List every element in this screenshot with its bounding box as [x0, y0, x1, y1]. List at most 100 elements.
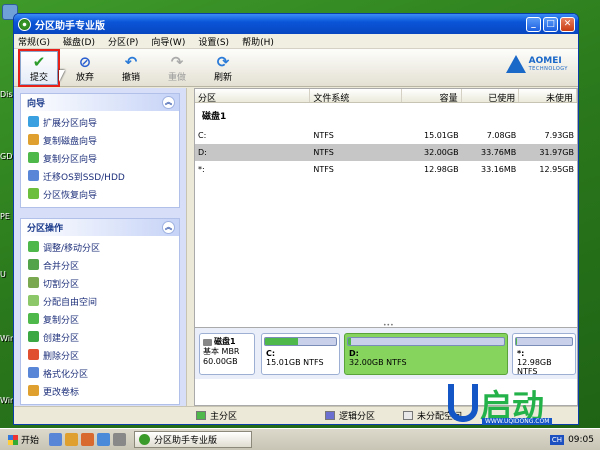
cell: NTFS: [313, 165, 334, 174]
task-label: 分区助手专业版: [154, 436, 218, 446]
copy-disk-icon: [28, 134, 39, 145]
menu-bar: 常规(G) 磁盘(D) 分区(P) 向导(W) 设置(S) 帮助(H): [14, 34, 578, 49]
cell: 32.00GB: [423, 148, 459, 157]
table-header: 分区 文件系统 容量 已使用 未使用: [195, 89, 577, 104]
col-capacity[interactable]: 容量: [402, 89, 462, 104]
usage-fill: [265, 338, 299, 345]
swatch: [196, 410, 206, 420]
left-pane: 向导 ︽ 扩展分区向导 复制磁盘向导 复制分区向导 迁移OS到SSD/HDD 分…: [14, 88, 186, 406]
toolbar: ✔ 提交 ⊘ 放弃 ↶ 撤销 ↷ 重做 ⟳ 刷新 AOMEI TECHNOLOG…: [14, 49, 578, 87]
cell: C:: [198, 131, 207, 140]
copy-icon: [28, 313, 39, 324]
operations-panel-header[interactable]: 分区操作 ︽: [21, 219, 179, 236]
menu-settings[interactable]: 设置(S): [198, 35, 229, 48]
wizard-item-extend[interactable]: 扩展分区向导: [21, 113, 179, 131]
ime-indicator[interactable]: CH: [549, 434, 565, 445]
minimize-button[interactable]: _: [526, 16, 541, 32]
wizard-panel-header[interactable]: 向导 ︽: [21, 94, 179, 111]
quicklaunch-icon[interactable]: [49, 433, 63, 446]
menu-wizard[interactable]: 向导(W): [151, 35, 185, 48]
start-button[interactable]: 开始: [2, 431, 45, 449]
maximize-button[interactable]: □: [543, 16, 558, 32]
wizard-item-copy-partition[interactable]: 复制分区向导: [21, 149, 179, 167]
taskbar-app-button[interactable]: 分区助手专业版: [134, 431, 253, 448]
cell: 7.08GB: [486, 131, 517, 140]
undo-button[interactable]: ↶ 撤销: [112, 51, 150, 85]
partition-block[interactable]: C: 15.01GB NTFS: [261, 333, 340, 375]
quicklaunch-icon[interactable]: [81, 433, 95, 446]
item-label: 复制磁盘向导: [43, 136, 98, 147]
clock[interactable]: 09:05: [568, 435, 594, 445]
op-label[interactable]: 更改卷标: [21, 382, 179, 400]
col-partition[interactable]: 分区: [195, 89, 311, 104]
redo-button[interactable]: ↷ 重做: [158, 51, 196, 85]
table-row[interactable]: C: NTFS 15.01GB 7.08GB 7.93GB: [195, 127, 577, 144]
discard-icon: ⊘: [78, 52, 92, 71]
op-create[interactable]: 创建分区: [21, 328, 179, 346]
disk-type: 基本 MBR: [203, 347, 240, 356]
partition-desc: 12.98GB NTFS: [517, 358, 552, 376]
item-label: 调整/移动分区: [43, 243, 101, 254]
op-format[interactable]: 格式化分区: [21, 364, 179, 382]
split-icon: [28, 277, 39, 288]
disk-card[interactable]: 磁盘1 基本 MBR 60.00GB: [199, 333, 255, 375]
format-icon: [28, 367, 39, 378]
extend-icon: [28, 116, 39, 127]
refresh-button[interactable]: ⟳ 刷新: [204, 51, 242, 85]
quicklaunch-icon[interactable]: [65, 433, 79, 446]
menu-general[interactable]: 常规(G): [18, 35, 50, 48]
op-allocate[interactable]: 分配自由空间: [21, 292, 179, 310]
item-label: 合并分区: [43, 261, 80, 272]
table-row[interactable]: *: NTFS 12.98GB 33.16MB 12.95GB: [195, 161, 577, 178]
item-label: 格式化分区: [43, 369, 89, 380]
item-label: 切割分区: [43, 279, 80, 290]
item-label: 更改卷标: [43, 387, 80, 398]
disk-row[interactable]: 磁盘1: [195, 103, 577, 127]
menu-help[interactable]: 帮助(H): [242, 35, 274, 48]
col-used[interactable]: 已使用: [462, 89, 520, 104]
desktop-label: U: [0, 270, 6, 279]
swatch: [403, 410, 414, 420]
op-merge[interactable]: 合并分区: [21, 256, 179, 274]
col-filesystem[interactable]: 文件系统: [310, 89, 402, 104]
partition-block-selected[interactable]: D: 32.00GB NTFS: [344, 333, 508, 375]
close-button[interactable]: ✕: [560, 16, 575, 32]
op-copy[interactable]: 复制分区: [21, 310, 179, 328]
col-free[interactable]: 未使用: [519, 89, 577, 104]
menu-partition[interactable]: 分区(P): [108, 35, 138, 48]
cell: *:: [198, 165, 205, 174]
apply-button[interactable]: ✔ 提交: [18, 49, 60, 87]
op-split[interactable]: 切割分区: [21, 274, 179, 292]
table-row-selected[interactable]: D: NTFS 32.00GB 33.76MB 31.97GB: [195, 144, 577, 161]
wizard-item-migrate-os[interactable]: 迁移OS到SSD/HDD: [21, 167, 179, 185]
op-delete[interactable]: 删除分区: [21, 346, 179, 364]
cell: 31.97GB: [539, 148, 574, 157]
collapse-icon[interactable]: ︽: [162, 96, 175, 109]
menu-disk[interactable]: 磁盘(D): [63, 35, 95, 48]
usage-bar: [347, 337, 505, 346]
logo-icon: [505, 55, 526, 73]
partition-desc: 32.00GB NTFS: [349, 358, 407, 367]
op-resize[interactable]: 调整/移动分区: [21, 238, 179, 256]
cell: NTFS: [313, 148, 334, 157]
wizard-item-recovery[interactable]: 分区恢复向导: [21, 185, 179, 203]
cell: D:: [198, 148, 207, 157]
allocate-icon: [28, 295, 39, 306]
start-label: 开始: [21, 436, 40, 446]
item-label: 分配自由空间: [43, 297, 98, 308]
redo-label: 重做: [167, 72, 186, 83]
title-bar[interactable]: 分区助手专业版 _ □ ✕: [14, 14, 578, 34]
wizard-item-copy-disk[interactable]: 复制磁盘向导: [21, 131, 179, 149]
quicklaunch-icon[interactable]: [97, 433, 111, 446]
undo-label: 撤销: [121, 72, 140, 83]
wizard-panel-title: 向导: [27, 99, 46, 109]
cell: 15.01GB: [423, 131, 459, 140]
item-label: 复制分区向导: [43, 154, 98, 165]
pane-splitter[interactable]: [186, 88, 193, 406]
partition-block[interactable]: *: 12.98GB NTFS: [512, 333, 576, 376]
collapse-icon[interactable]: ︽: [162, 221, 175, 234]
quicklaunch-icon[interactable]: [113, 433, 127, 446]
quick-launch: [49, 433, 127, 446]
cell: 33.76MB: [480, 148, 517, 157]
discard-button[interactable]: ⊘ 放弃: [66, 51, 104, 85]
